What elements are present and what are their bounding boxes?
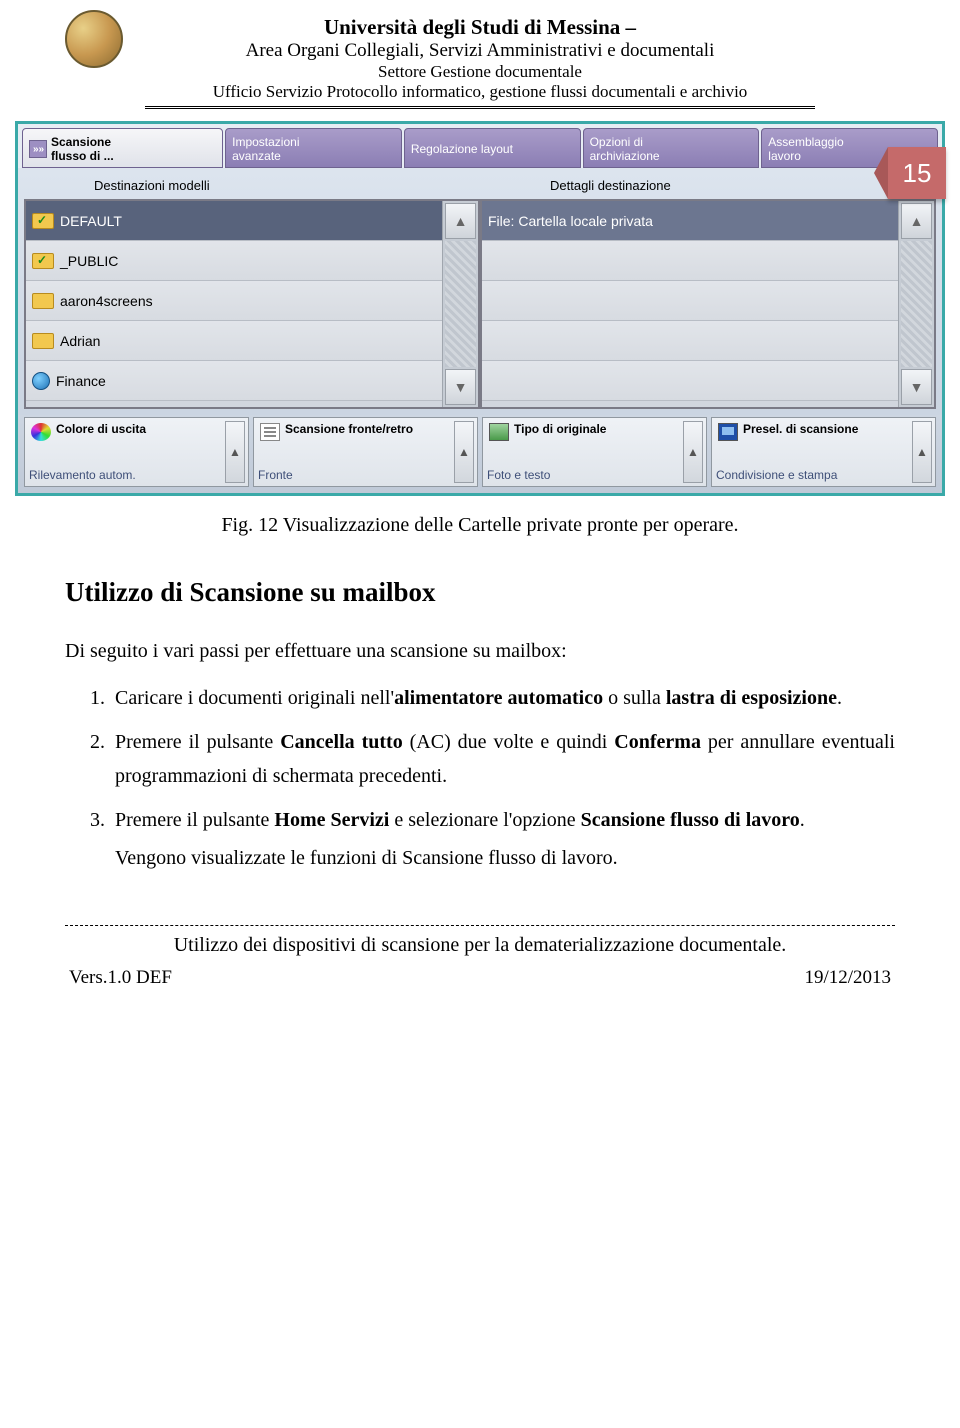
scanner-ui-screenshot: Scansione flusso di ... Impostazioni ava… xyxy=(15,121,945,496)
detail-empty-row xyxy=(482,321,898,361)
scroll-up-button[interactable]: ▲ xyxy=(445,203,476,239)
model-name: Finance xyxy=(56,373,106,389)
model-name: _PUBLIC xyxy=(60,253,118,269)
scroll-track[interactable] xyxy=(901,241,932,367)
card-title: Colore di uscita xyxy=(56,423,146,441)
tab-regolazione-layout[interactable]: Regolazione layout xyxy=(404,128,581,168)
scroll-down-button[interactable]: ▼ xyxy=(445,369,476,405)
after-note: Vengono visualizzate le funzioni di Scan… xyxy=(115,847,895,870)
step-2: Premere il pulsante Cancella tutto (AC) … xyxy=(110,725,895,793)
scroll-track[interactable] xyxy=(445,241,476,367)
intro-text: Di seguito i vari passi per effettuare u… xyxy=(65,640,895,663)
folder-icon xyxy=(32,333,54,349)
card-title: Presel. di scansione xyxy=(743,423,858,441)
section-heading: Utilizzo di Scansione su mailbox xyxy=(65,577,895,608)
step-1: Caricare i documenti originali nell'alim… xyxy=(110,681,895,715)
card-scansione-fronte-retro[interactable]: Scansione fronte/retro Fronte ▲ xyxy=(253,417,478,487)
footer-title: Utilizzo dei dispositivi di scansione pe… xyxy=(65,934,895,957)
chevron-up-icon[interactable]: ▲ xyxy=(225,421,245,483)
model-name: Adrian xyxy=(60,333,100,349)
page-number-badge: 15 xyxy=(888,147,946,199)
tab-label: Opzioni di archiviazione xyxy=(590,135,660,163)
models-listbox: DEFAULT _PUBLIC aaron4screens Adria xyxy=(24,199,480,409)
document-header: Università degli Studi di Messina – Area… xyxy=(65,0,895,109)
model-item-default[interactable]: DEFAULT xyxy=(26,201,442,241)
photo-icon xyxy=(489,423,509,441)
header-line-3: Settore Gestione documentale xyxy=(65,62,895,82)
folder-check-icon xyxy=(32,253,54,269)
details-scrollbar[interactable]: ▲ ▼ xyxy=(898,201,934,407)
models-column: Destinazioni modelli DEFAULT _PUBLIC xyxy=(24,172,480,409)
footer-date: 19/12/2013 xyxy=(804,967,891,989)
globe-icon xyxy=(32,372,50,390)
monitor-icon xyxy=(718,423,738,441)
detail-text: File: Cartella locale privata xyxy=(488,213,653,229)
tab-label: Assemblaggio lavoro xyxy=(768,135,843,163)
detail-empty-row xyxy=(482,281,898,321)
palette-icon xyxy=(31,423,51,441)
figure-caption: Fig. 12 Visualizzazione delle Cartelle p… xyxy=(65,514,895,537)
card-subtitle: Condivisione e stampa xyxy=(716,468,837,482)
scroll-up-button[interactable]: ▲ xyxy=(901,203,932,239)
card-presel-scansione[interactable]: Presel. di scansione Condivisione e stam… xyxy=(711,417,936,487)
detail-empty-row xyxy=(482,241,898,281)
chevron-up-icon[interactable]: ▲ xyxy=(683,421,703,483)
tab-label: Regolazione layout xyxy=(411,142,513,156)
model-item-aaron4screens[interactable]: aaron4screens xyxy=(26,281,442,321)
footer-separator xyxy=(65,925,895,926)
step-3: Premere il pulsante Home Servizi e selez… xyxy=(110,803,895,837)
tab-impostazioni-avanzate[interactable]: Impostazioni avanzate xyxy=(225,128,402,168)
details-listbox: File: Cartella locale privata ▲ ▼ xyxy=(480,199,936,409)
footer-row: Vers.1.0 DEF 19/12/2013 xyxy=(65,967,895,989)
header-rule-2 xyxy=(145,108,815,109)
folder-icon xyxy=(32,293,54,309)
folder-check-icon xyxy=(32,213,54,229)
chevron-up-icon[interactable]: ▲ xyxy=(454,421,474,483)
university-logo xyxy=(65,10,123,68)
card-title: Scansione fronte/retro xyxy=(285,423,413,441)
steps-list: Caricare i documenti originali nell'alim… xyxy=(65,681,895,837)
tab-bar: Scansione flusso di ... Impostazioni ava… xyxy=(18,124,942,168)
header-line-2: Area Organi Collegiali, Servizi Amminist… xyxy=(65,40,895,62)
tab-label: Scansione flusso di ... xyxy=(51,135,114,163)
models-scrollbar[interactable]: ▲ ▼ xyxy=(442,201,478,407)
model-item-public[interactable]: _PUBLIC xyxy=(26,241,442,281)
header-line-4: Ufficio Servizio Protocollo informatico,… xyxy=(65,82,895,102)
document-icon xyxy=(260,423,280,441)
details-column: Dettagli destinazione File: Cartella loc… xyxy=(480,172,936,409)
card-colore-uscita[interactable]: Colore di uscita Rilevamento autom. ▲ xyxy=(24,417,249,487)
settings-cards-row: Colore di uscita Rilevamento autom. ▲ Sc… xyxy=(18,415,942,493)
scroll-down-button[interactable]: ▼ xyxy=(901,369,932,405)
model-name: aaron4screens xyxy=(60,293,153,309)
detail-empty-row xyxy=(482,361,898,401)
model-name: DEFAULT xyxy=(60,213,122,229)
tab-scansione-flusso[interactable]: Scansione flusso di ... xyxy=(22,128,223,168)
details-label: Dettagli destinazione xyxy=(480,172,936,199)
tab-opzioni-archiviazione[interactable]: Opzioni di archiviazione xyxy=(583,128,760,168)
model-item-finance[interactable]: Finance xyxy=(26,361,442,401)
model-item-adrian[interactable]: Adrian xyxy=(26,321,442,361)
footer-version: Vers.1.0 DEF xyxy=(69,967,172,989)
header-rule xyxy=(145,106,815,107)
card-title: Tipo di originale xyxy=(514,423,606,441)
models-label: Destinazioni modelli xyxy=(24,172,480,199)
detail-item-file[interactable]: File: Cartella locale privata xyxy=(482,201,898,241)
header-line-1: Università degli Studi di Messina – xyxy=(65,15,895,40)
chevron-up-icon[interactable]: ▲ xyxy=(912,421,932,483)
card-subtitle: Rilevamento autom. xyxy=(29,468,136,482)
scan-icon xyxy=(29,140,47,158)
tab-label: Impostazioni avanzate xyxy=(232,135,299,163)
card-subtitle: Foto e testo xyxy=(487,468,550,482)
card-tipo-originale[interactable]: Tipo di originale Foto e testo ▲ xyxy=(482,417,707,487)
card-subtitle: Fronte xyxy=(258,468,293,482)
